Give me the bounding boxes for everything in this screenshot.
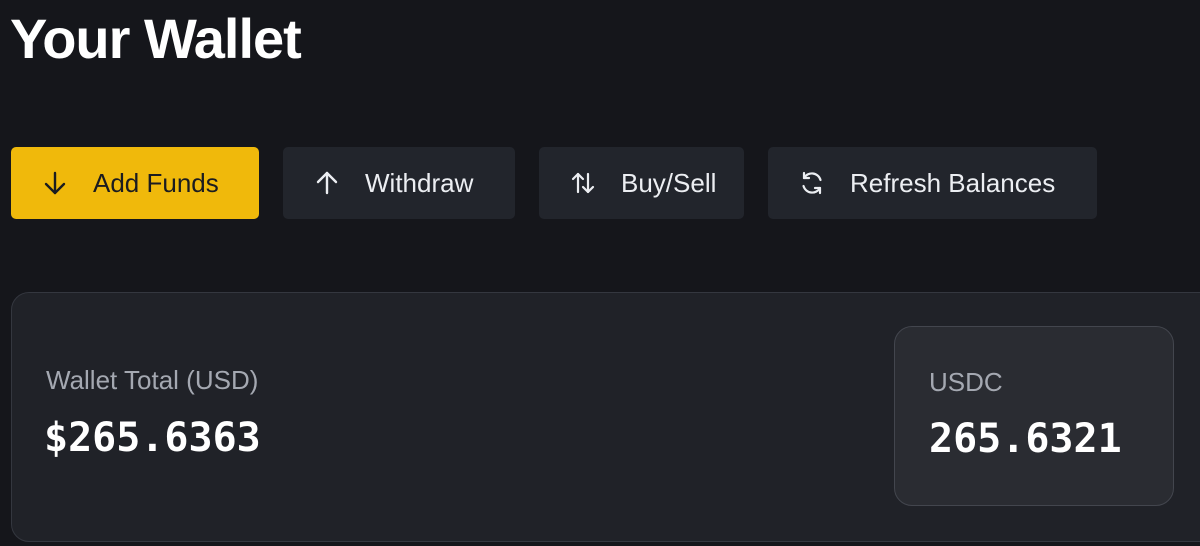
arrow-down-icon [41,169,69,197]
wallet-actions: Add Funds Withdraw Buy/Sell Refresh Bala… [11,147,1097,219]
refresh-balances-label: Refresh Balances [850,167,1056,198]
buy-sell-label: Buy/Sell [621,167,717,198]
asset-amount: 265.6321 [929,416,1122,462]
asset-balance-usdc[interactable]: USDC 265.6321 [894,326,1174,506]
asset-symbol: USDC [929,367,1003,397]
withdraw-button[interactable]: Withdraw [283,147,515,219]
refresh-balances-button[interactable]: Refresh Balances [768,147,1097,219]
add-funds-button[interactable]: Add Funds [11,147,259,219]
refresh-icon [798,169,826,197]
add-funds-label: Add Funds [93,167,219,198]
wallet-total-value: $265.6363 [44,415,261,461]
wallet-page: Your Wallet Add Funds Withdraw Buy/Sell … [0,0,1200,546]
arrow-up-icon [313,169,341,197]
swap-vertical-icon [569,169,597,197]
wallet-total-label: Wallet Total (USD) [46,365,259,395]
page-title: Your Wallet [10,7,302,70]
wallet-summary-card: Wallet Total (USD) $265.6363 USDC 265.63… [11,292,1200,542]
withdraw-label: Withdraw [365,167,474,198]
buy-sell-button[interactable]: Buy/Sell [539,147,744,219]
